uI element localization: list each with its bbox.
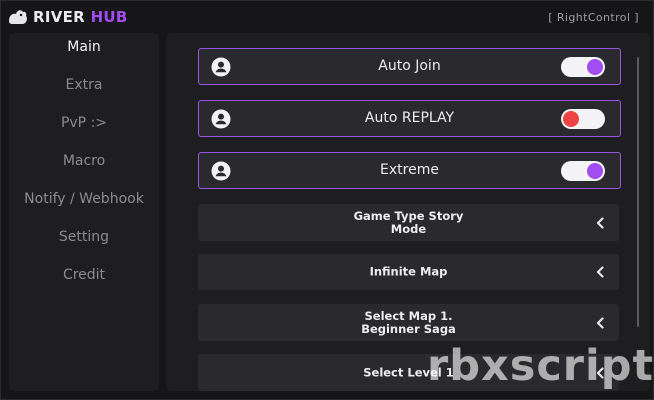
chevron-left-icon <box>596 266 604 278</box>
main-panel[interactable]: Auto Join Auto REPLAY Extreme Game Type … <box>166 33 650 391</box>
sidebar-item-main[interactable]: Main <box>9 35 159 59</box>
toggle-keybind-label: [ RightControl ] <box>548 11 639 24</box>
sidebar-item-extra[interactable]: Extra <box>9 73 159 97</box>
app-title: RIVER HUB <box>33 8 128 26</box>
hub-window: RIVER HUB [ RightControl ] Main Extra Pv… <box>0 0 654 400</box>
title-bar[interactable]: RIVER HUB [ RightControl ] <box>1 1 654 33</box>
sidebar-item-pvp[interactable]: PvP :> <box>9 111 159 135</box>
toggle-row-auto-replay[interactable]: Auto REPLAY <box>198 100 621 137</box>
auto-join-toggle[interactable] <box>561 57 605 77</box>
app-title-accent: HUB <box>90 8 128 26</box>
site-watermark: rbxscript <box>427 341 654 391</box>
toggle-label: Auto REPLAY <box>364 110 455 126</box>
toggle-label: Extreme <box>380 162 439 178</box>
dropdown-infinite-map[interactable]: Infinite Map <box>198 254 619 290</box>
toggle-knob <box>587 59 603 75</box>
sidebar-item-setting[interactable]: Setting <box>9 225 159 249</box>
extreme-toggle[interactable] <box>561 161 605 181</box>
dropdown-label: Infinite Map <box>369 264 448 279</box>
chevron-left-icon <box>596 316 604 329</box>
dropdown-label: Game Type Story Mode <box>353 208 464 236</box>
toggle-row-extreme[interactable]: Extreme <box>198 152 621 189</box>
auto-replay-toggle[interactable] <box>561 109 605 129</box>
sidebar-item-credit[interactable]: Credit <box>9 263 159 287</box>
dropdown-label: Select Map 1. Beginner Saga <box>361 308 456 336</box>
dropdown-select-map[interactable]: Select Map 1. Beginner Saga <box>198 304 619 341</box>
dropdown-game-type[interactable]: Game Type Story Mode <box>198 204 619 241</box>
toggle-row-auto-join[interactable]: Auto Join <box>198 48 621 85</box>
sidebar-item-macro[interactable]: Macro <box>9 149 159 173</box>
sidebar: Main Extra PvP :> Macro Notify / Webhook… <box>9 33 159 391</box>
hub-logo-icon <box>9 10 27 24</box>
sidebar-item-notify-webhook[interactable]: Notify / Webhook <box>9 187 159 211</box>
toggle-knob <box>587 163 603 179</box>
content-scrollbar[interactable] <box>637 57 639 327</box>
toggle-label: Auto Join <box>378 58 441 74</box>
app-title-main: RIVER <box>33 8 86 26</box>
chevron-left-icon <box>596 216 604 229</box>
toggle-knob <box>563 111 579 127</box>
